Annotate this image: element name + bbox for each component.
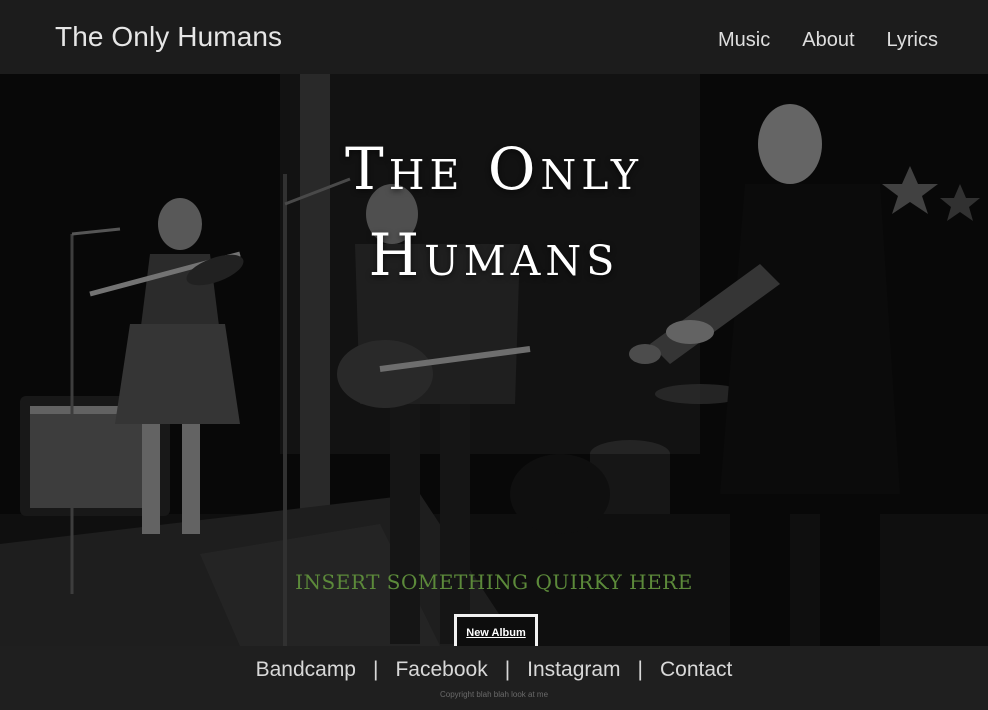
footer-links: Bandcamp | Facebook | Instagram | Contac… — [0, 646, 988, 682]
hero-title-line1: The Only — [345, 135, 643, 203]
footer-link-bandcamp[interactable]: Bandcamp — [256, 658, 356, 682]
footer-separator: | — [637, 658, 644, 681]
hero-section: The Only Humans Insert something quirky … — [0, 74, 988, 646]
footer-separator: | — [373, 658, 379, 681]
nav-link-about[interactable]: About — [802, 29, 854, 52]
footer: Bandcamp | Facebook | Instagram | Contac… — [0, 646, 988, 710]
nav-links: Music About Lyrics — [718, 23, 938, 52]
copyright-text: Copyright blah blah look at me — [439, 690, 549, 699]
nav-link-music[interactable]: Music — [718, 29, 770, 52]
hero-title: The Only Humans — [0, 126, 988, 298]
hero-title-line2: Humans — [368, 221, 620, 289]
brand-link[interactable]: The Only Humans — [55, 21, 282, 53]
footer-link-contact[interactable]: Contact — [660, 658, 732, 682]
nav-link-lyrics[interactable]: Lyrics — [887, 29, 938, 52]
navbar: The Only Humans Music About Lyrics — [0, 0, 988, 74]
new-album-button[interactable]: New Album — [454, 614, 538, 646]
footer-link-instagram[interactable]: Instagram — [527, 658, 620, 682]
page: The Only Humans Music About Lyrics The O… — [0, 0, 988, 710]
hero-tagline: Insert something quirky here — [295, 570, 693, 594]
footer-link-facebook[interactable]: Facebook — [395, 658, 487, 682]
footer-separator: | — [504, 658, 511, 681]
